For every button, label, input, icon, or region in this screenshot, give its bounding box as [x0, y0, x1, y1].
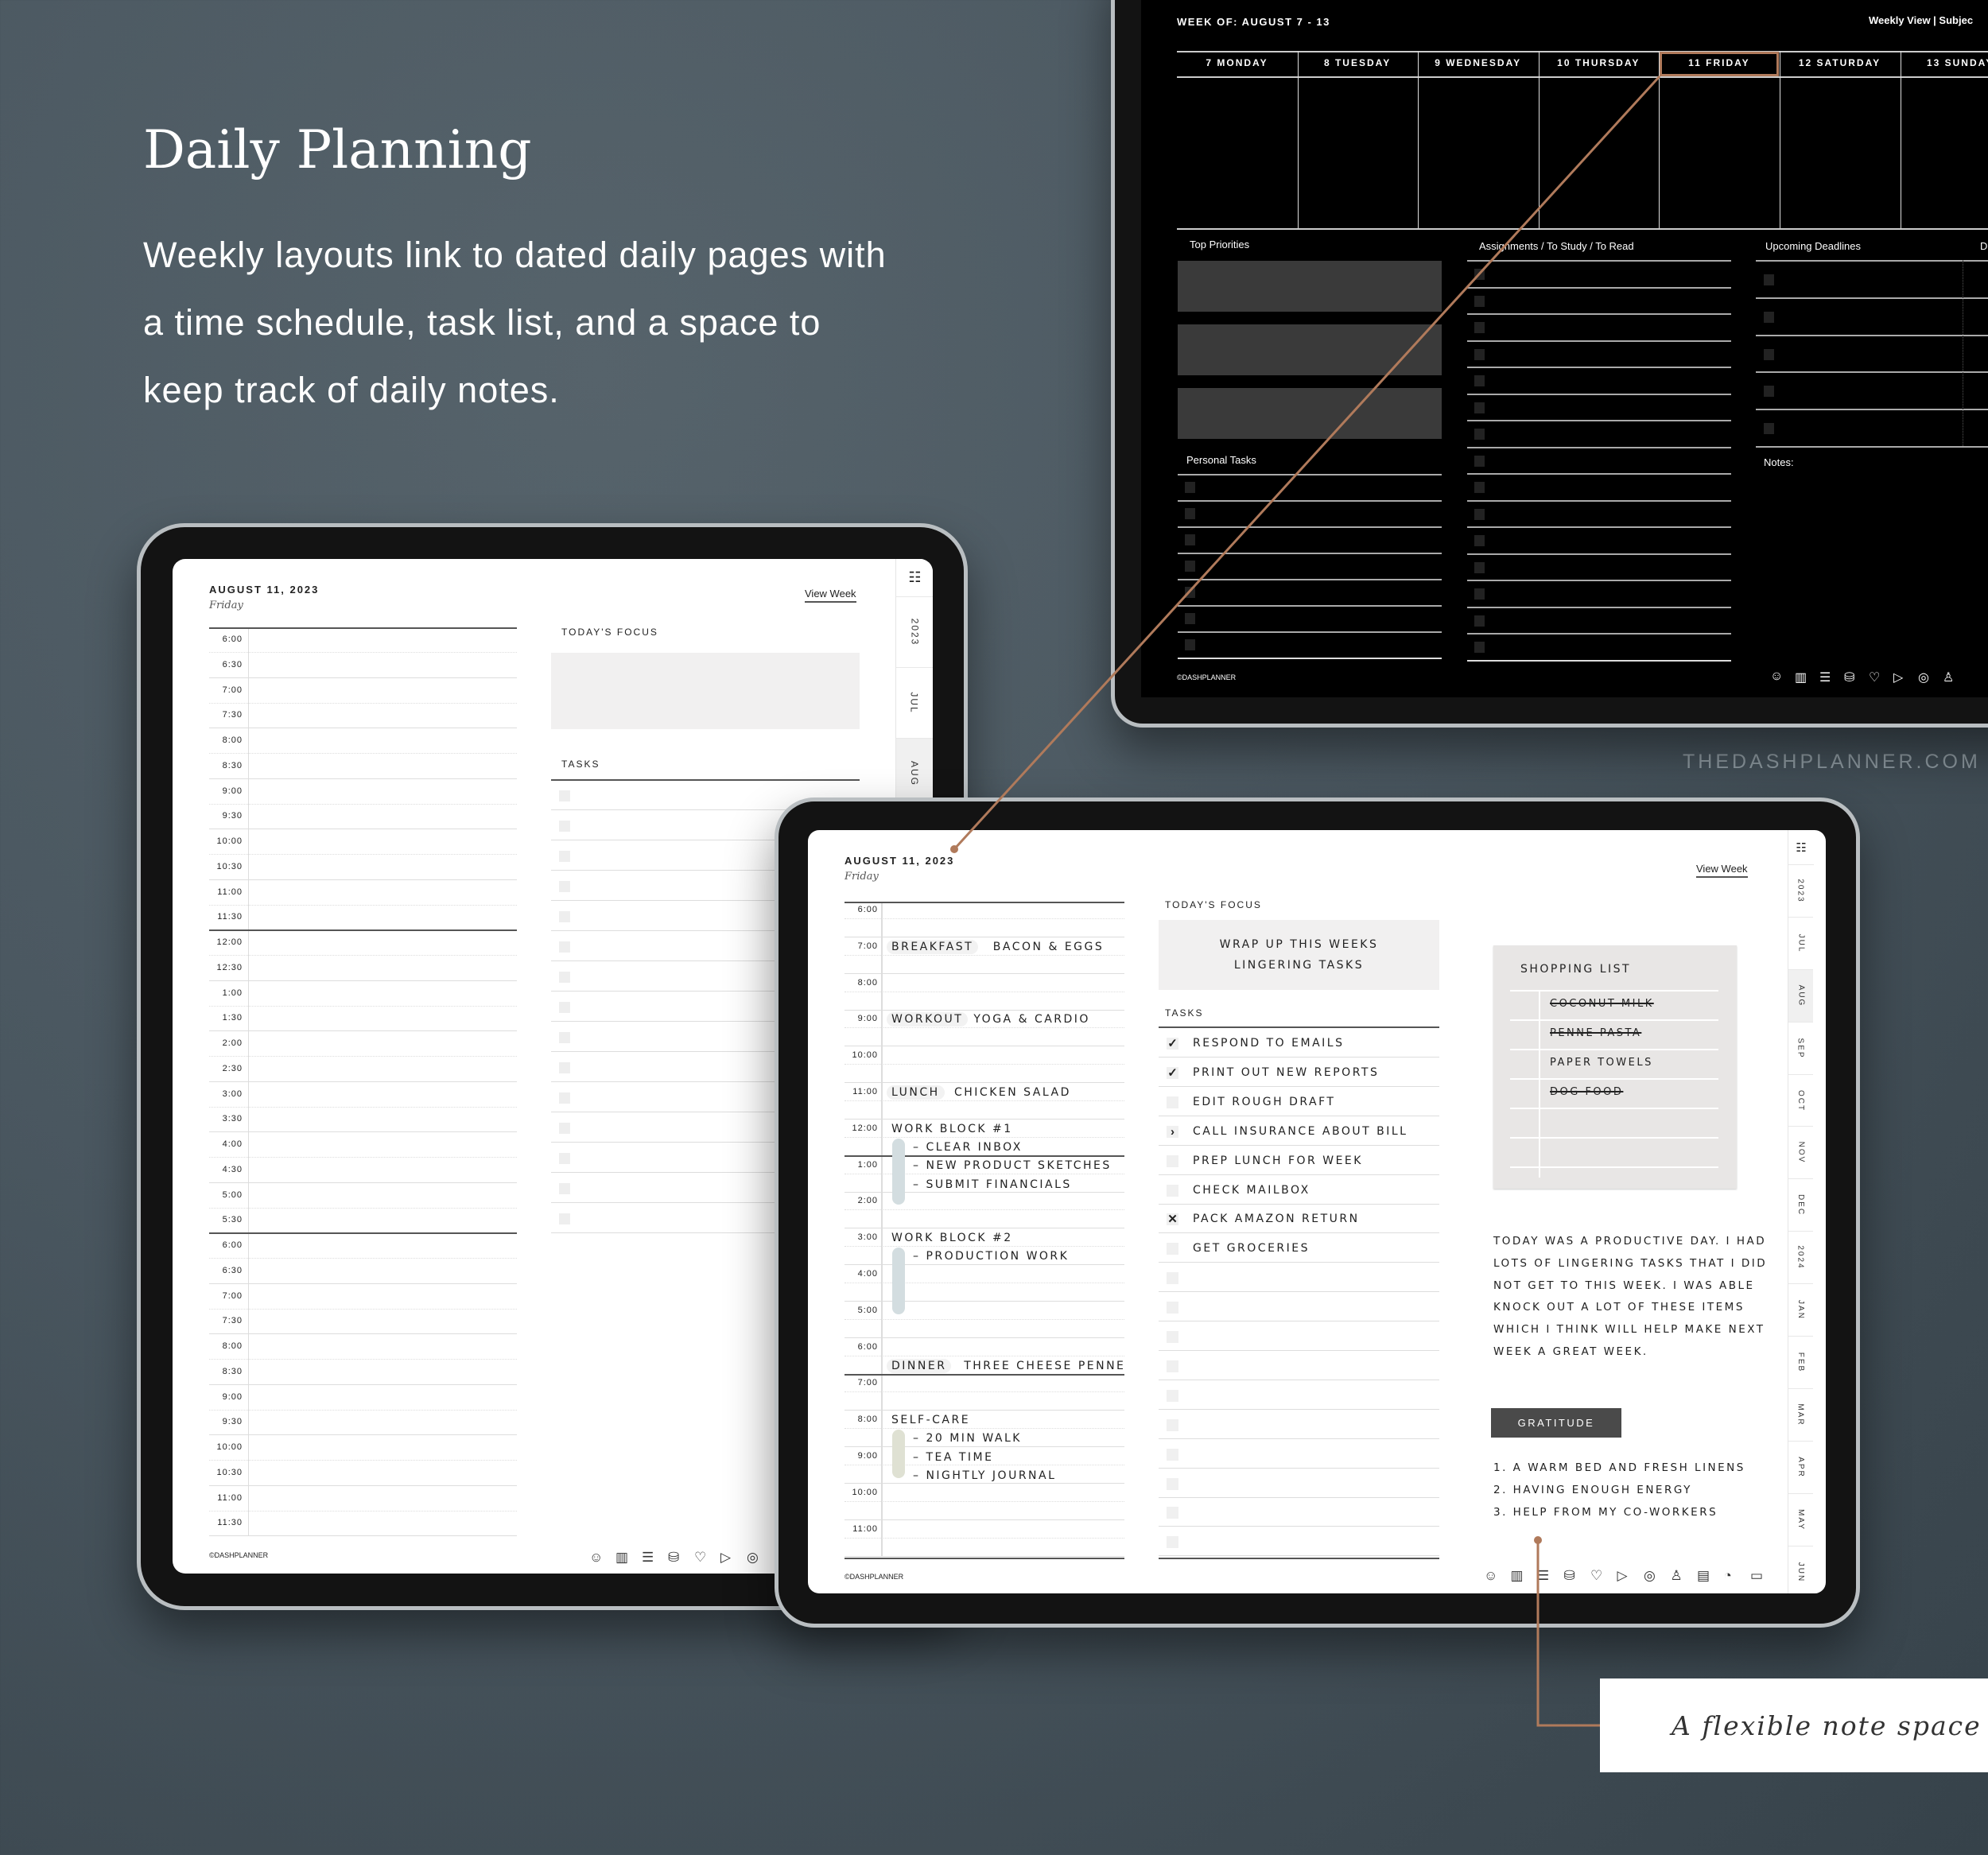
- connector-weekly-daily: [953, 75, 1661, 851]
- connector-dot: [1534, 1536, 1542, 1544]
- callout-label: A flexible note space: [1600, 1678, 1988, 1772]
- connector-lines: [950, 75, 1661, 1727]
- connector-dot: [950, 845, 958, 853]
